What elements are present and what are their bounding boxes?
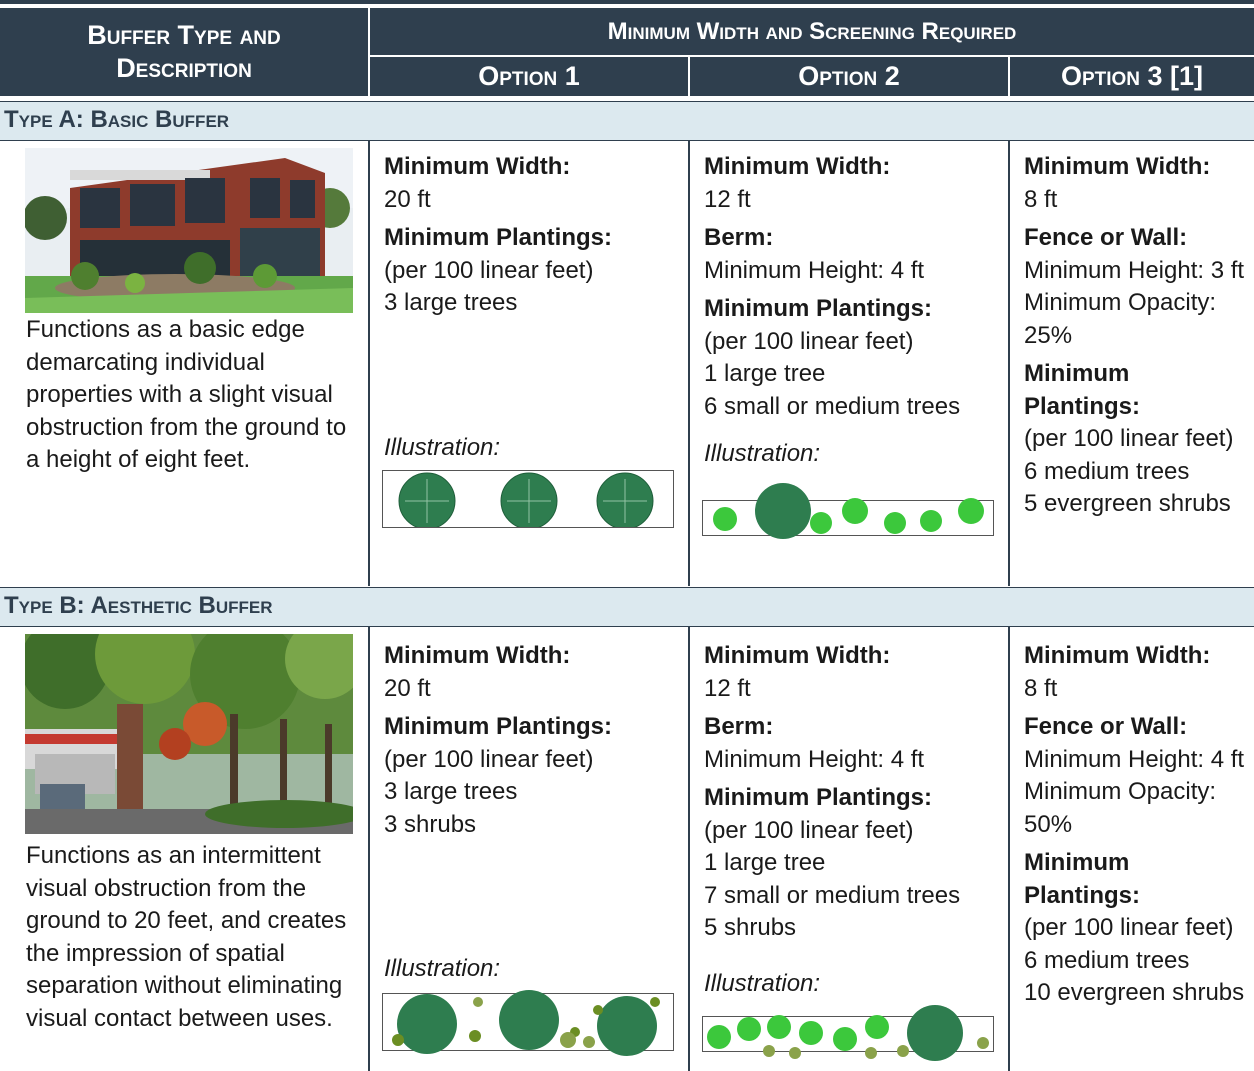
type-a-opt2-berm-value: Minimum Height: 4 ft	[704, 256, 925, 284]
type-b-opt2-width-label: Minimum Width:	[704, 642, 891, 669]
type-b-description: Functions as an intermittent visual obst…	[26, 842, 347, 1032]
type-a-opt3-fence-value: Minimum Height: 3 ft Minimum Opacity: 25…	[1024, 256, 1245, 349]
type-b-opt2-plant-label: Minimum Plantings:	[704, 784, 932, 811]
type-b-option-2: Minimum Width: 12 ft Berm: Minimum Heigh…	[704, 640, 1004, 951]
type-a-opt3-width-value: 8 ft	[1024, 185, 1058, 213]
type-a-opt2-width-label: Minimum Width:	[704, 153, 891, 180]
type-a-opt2-width-value: 12 ft	[704, 185, 751, 213]
type-b-opt1-plant-item-1: 3 large trees	[384, 778, 518, 805]
header-option-3: Option 3 [1]	[1010, 57, 1254, 96]
type-a-option-3: Minimum Width: 8 ft Fence or Wall: Minim…	[1024, 151, 1250, 527]
type-a-opt1-plant-label: Minimum Plantings:	[384, 224, 612, 251]
type-b-opt3-plant-item-2: 10 evergreen shrubs	[1024, 979, 1245, 1006]
type-a-opt3-width-label: Minimum Width:	[1024, 153, 1211, 180]
type-a-opt3-plant-item-2: 5 evergreen shrubs	[1024, 490, 1231, 517]
type-b-photo	[25, 634, 353, 834]
type-a-divider-2	[688, 141, 690, 586]
type-b-divider-1	[368, 627, 370, 1071]
type-b-opt2-plant-item-3: 5 shrubs	[704, 914, 797, 941]
type-b-opt2-plant-per: (per 100 linear feet)	[704, 816, 914, 844]
type-a-opt1-illustration	[382, 470, 674, 528]
type-a-opt1-plant-per: (per 100 linear feet)	[384, 256, 594, 284]
type-a-opt2-illus-label: Illustration:	[704, 440, 821, 467]
type-a-opt3-fence-label: Fence or Wall:	[1024, 224, 1188, 251]
type-b-opt3-plant-item-1: 6 medium trees	[1024, 946, 1190, 974]
type-a-divider-1	[368, 141, 370, 586]
type-a-opt3-plant-label: Minimum Plantings:	[1024, 360, 1141, 420]
type-b-opt1-plant-item-2: 3 shrubs	[384, 810, 477, 838]
header-buffer-type: Buffer Type and Description	[0, 8, 368, 96]
type-b-title: Type B: Aesthetic Buffer	[4, 592, 273, 619]
type-b-divider-2	[688, 627, 690, 1071]
type-b-opt1-width-value: 20 ft	[384, 674, 431, 702]
type-a-opt1-plant-item-1: 3 large trees	[384, 289, 518, 316]
type-b-opt2-berm-label: Berm:	[704, 713, 774, 740]
header-min-width-group: Minimum Width and Screening Required	[370, 8, 1254, 54]
type-a-opt2-plant-per: (per 100 linear feet)	[704, 327, 914, 355]
type-a-opt1-width-value: 20 ft	[384, 185, 431, 213]
type-b-opt2-illustration	[702, 1005, 994, 1061]
type-a-option-2: Minimum Width: 12 ft Berm: Minimum Heigh…	[704, 151, 1004, 429]
type-a-photo	[25, 148, 353, 313]
type-b-opt3-width-value: 8 ft	[1024, 674, 1058, 702]
top-border	[0, 0, 1254, 4]
type-a-opt3-plant-per: (per 100 linear feet)	[1024, 425, 1234, 452]
type-b-opt1-illus-label: Illustration:	[384, 955, 501, 982]
type-a-description: Functions as a basic edge demarcating in…	[26, 316, 347, 473]
type-a-opt2-plant-item-2: 6 small or medium trees	[704, 392, 961, 420]
type-b-option-1: Minimum Width: 20 ft Minimum Plantings: …	[384, 640, 684, 847]
type-b-opt2-illus-label: Illustration:	[704, 970, 821, 997]
type-a-title: Type A: Basic Buffer	[4, 106, 230, 133]
type-b-opt1-plant-per: (per 100 linear feet)	[384, 745, 594, 773]
type-b-opt1-width-label: Minimum Width:	[384, 642, 571, 669]
type-a-opt2-plant-item-1: 1 large tree	[704, 360, 826, 387]
type-a-opt1-width-label: Minimum Width:	[384, 153, 571, 180]
type-b-divider-3	[1008, 627, 1010, 1071]
type-b-opt2-berm-value: Minimum Height: 4 ft	[704, 745, 925, 773]
type-a-opt1-illus-label: Illustration:	[384, 434, 501, 461]
type-b-band: Type B: Aesthetic Buffer	[0, 587, 1254, 627]
header-option-2: Option 2	[690, 57, 1008, 96]
type-a-opt2-berm-label: Berm:	[704, 224, 774, 251]
type-b-opt2-plant-item-1: 1 large tree	[704, 849, 826, 876]
type-a-band: Type A: Basic Buffer	[0, 101, 1254, 141]
type-a-opt3-plant-item-1: 6 medium trees	[1024, 457, 1190, 485]
type-b-opt3-width-label: Minimum Width:	[1024, 642, 1211, 669]
type-b-opt3-fence-label: Fence or Wall:	[1024, 713, 1188, 740]
type-a-option-1: Minimum Width: 20 ft Minimum Plantings: …	[384, 151, 684, 326]
type-a-divider-3	[1008, 141, 1010, 586]
type-a-opt2-illustration	[702, 483, 994, 539]
type-a-opt2-plant-label: Minimum Plantings:	[704, 295, 932, 322]
type-b-opt2-plant-item-2: 7 small or medium trees	[704, 881, 961, 909]
type-b-opt1-plant-label: Minimum Plantings:	[384, 713, 612, 740]
type-b-opt3-plant-label: Minimum Plantings:	[1024, 849, 1141, 909]
type-b-opt2-width-value: 12 ft	[704, 674, 751, 702]
type-b-opt3-plant-per: (per 100 linear feet)	[1024, 914, 1234, 941]
type-b-option-3: Minimum Width: 8 ft Fence or Wall: Minim…	[1024, 640, 1250, 1016]
header-option-1: Option 1	[370, 57, 688, 96]
type-b-opt1-illustration	[382, 990, 674, 1056]
type-b-opt3-fence-value: Minimum Height: 4 ft Minimum Opacity: 50…	[1024, 745, 1245, 838]
